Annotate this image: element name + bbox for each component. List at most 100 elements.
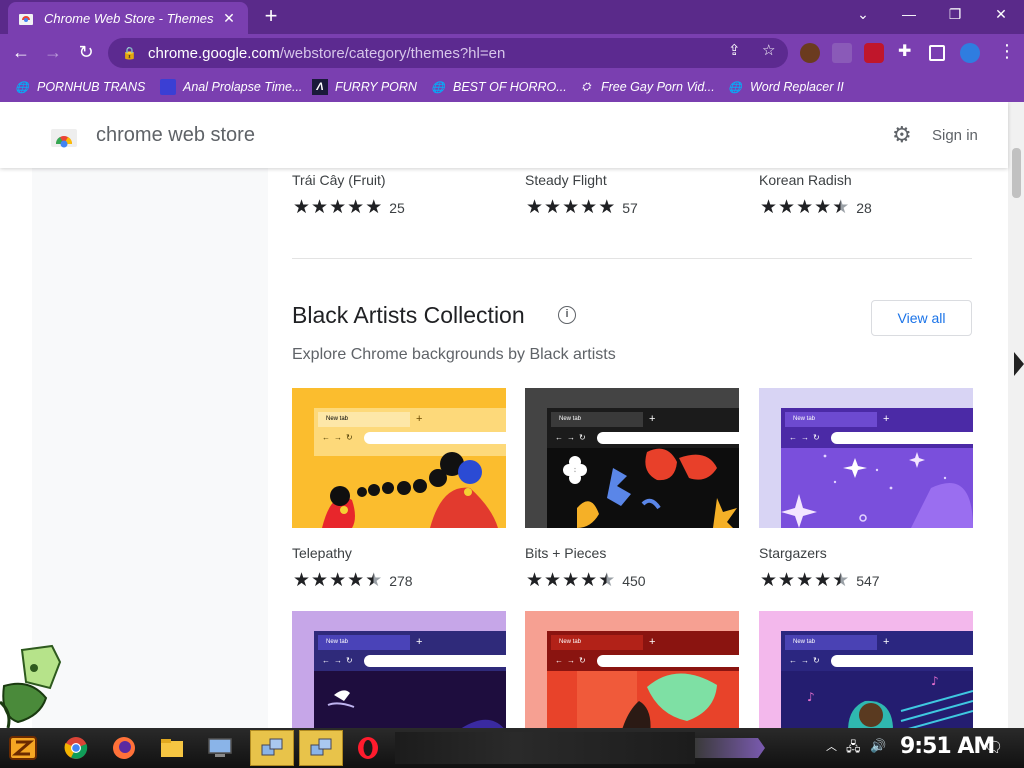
- bookmarks-bar: 🌐 PORNHUB TRANS Anal Prolapse Time... Λ FU…: [0, 72, 1024, 102]
- star-icon: ★: [544, 197, 562, 218]
- opera-icon: [358, 737, 378, 759]
- svg-text:♪: ♪: [807, 690, 815, 704]
- network-computers-icon: [261, 738, 283, 756]
- star-icon: ★: [347, 197, 365, 218]
- tray-chevron-icon[interactable]: ︿: [826, 738, 837, 754]
- bookmark-item[interactable]: Anal Prolapse Time...: [160, 78, 302, 96]
- computer-icon: [208, 738, 232, 757]
- browser-toolbar: ← → ↻ 🔒 chrome.google.com/webstore/categ…: [0, 34, 1024, 72]
- tab-search-icon[interactable]: ⌄: [840, 0, 886, 30]
- minimize-button[interactable]: —: [886, 0, 932, 30]
- thumb-omnibox: [364, 432, 506, 444]
- taskbar-chrome[interactable]: [54, 730, 98, 766]
- star-icon: ★: [311, 197, 329, 218]
- sign-in-link[interactable]: Sign in: [932, 127, 978, 144]
- bookmark-label: PORNHUB TRANS: [37, 80, 146, 94]
- chrome-web-store-logo-icon[interactable]: [50, 126, 78, 148]
- thumb-nav-icons: ←→↻: [789, 656, 824, 665]
- thumb-nav-icons: ←→↻: [555, 433, 590, 442]
- taskbar-opera[interactable]: [346, 730, 390, 766]
- red-artwork: [547, 671, 739, 728]
- thumb-plus-icon: +: [883, 636, 890, 648]
- address-bar[interactable]: 🔒 chrome.google.com/webstore/category/th…: [108, 38, 788, 68]
- rating-count: 28: [856, 200, 872, 216]
- star-icon: ★: [365, 570, 383, 591]
- star-icon: ★: [580, 197, 598, 218]
- side-panel-icon[interactable]: [929, 45, 945, 61]
- theme-name[interactable]: Telepathy: [292, 545, 352, 561]
- back-button[interactable]: ←: [8, 41, 34, 65]
- bookmark-star-icon[interactable]: ☆: [762, 41, 775, 59]
- start-button[interactable]: [2, 730, 44, 766]
- theme-thumbnail-telepathy[interactable]: New tab + ←→↻: [292, 388, 506, 528]
- theme-thumbnail[interactable]: New tab + ←→↻: [292, 611, 506, 728]
- view-all-button[interactable]: View all: [871, 300, 972, 336]
- theme-name[interactable]: Bits + Pieces: [525, 545, 606, 561]
- bookmark-item[interactable]: 🌐 PORNHUB TRANS: [14, 78, 145, 96]
- section-title: Black Artists Collection: [292, 302, 525, 328]
- desktop-mascot-image: [0, 644, 62, 728]
- extension-icon[interactable]: [832, 43, 852, 63]
- reload-button[interactable]: ↻: [73, 41, 99, 65]
- rating-stars: ★ ★ ★ ★ ★ 57: [526, 197, 638, 218]
- theme-name[interactable]: Trái Cây (Fruit): [292, 172, 386, 188]
- globe-icon: 🌐: [728, 81, 742, 94]
- settings-gear-icon[interactable]: ⚙: [892, 124, 916, 148]
- taskbar-network-app-2[interactable]: [299, 730, 343, 766]
- taskbar-file-explorer[interactable]: [150, 730, 194, 766]
- new-tab-button[interactable]: +: [258, 4, 284, 30]
- thumb-plus-icon: +: [416, 413, 423, 425]
- restore-button[interactable]: ❐: [932, 0, 978, 30]
- theme-name[interactable]: Stargazers: [759, 545, 827, 561]
- tab-title: Chrome Web Store - Themes: [44, 10, 214, 26]
- side-arrow-icon[interactable]: [1014, 352, 1024, 376]
- thumb-new-tab: New tab: [551, 635, 643, 650]
- taskbar-firefox[interactable]: [102, 730, 146, 766]
- bookmark-item[interactable]: 🌐 Word Replacer II: [727, 78, 844, 96]
- theme-thumbnail[interactable]: New tab + ←→↻ ♪ ♪: [759, 611, 973, 728]
- thumb-new-tab: New tab: [785, 412, 877, 427]
- theme-name[interactable]: Korean Radish: [759, 172, 852, 188]
- taskbar-clock[interactable]: 9:51 AM: [900, 734, 995, 759]
- star-icon: ★: [760, 570, 778, 591]
- close-window-button[interactable]: ✕: [978, 0, 1024, 30]
- theme-name[interactable]: Steady Flight: [525, 172, 607, 188]
- store-title[interactable]: chrome web store: [96, 124, 255, 147]
- network-tray-icon[interactable]: 🖧: [846, 738, 861, 760]
- notifications-icon[interactable]: 🗨: [984, 738, 1003, 756]
- theme-thumbnail-stargazers[interactable]: New tab + ←→↻: [759, 388, 973, 528]
- lock-icon[interactable]: 🔒: [122, 46, 137, 60]
- url-host: chrome.google.com: [148, 44, 280, 62]
- extensions-puzzle-icon[interactable]: ✚: [898, 41, 911, 61]
- star-icon: ★: [526, 570, 544, 591]
- theme-thumbnail[interactable]: New tab + ←→↻: [525, 611, 739, 728]
- scrollbar-thumb[interactable]: [1012, 148, 1021, 198]
- music-artwork: ♪ ♪: [781, 671, 973, 728]
- extension-avatar-icon[interactable]: [800, 43, 820, 63]
- star-icon: ★: [814, 570, 832, 591]
- rating-stars: ★ ★ ★ ★ ★ 278: [293, 570, 413, 591]
- bookmark-item[interactable]: Λ FURRY PORN: [312, 78, 417, 96]
- taskbar-network-app[interactable]: [250, 730, 294, 766]
- star-icon: ★: [293, 570, 311, 591]
- rating-stars: ★ ★ ★ ★ ★ 25: [293, 197, 405, 218]
- network-computers-icon: [310, 738, 332, 756]
- forward-button[interactable]: →: [40, 41, 66, 65]
- close-tab-icon[interactable]: ✕: [220, 10, 238, 27]
- rating-count: 278: [389, 573, 413, 589]
- bookmark-item[interactable]: 🌐 BEST OF HORRO...: [430, 78, 567, 96]
- theme-thumbnail-bits-pieces[interactable]: New tab + ←→↻: [525, 388, 739, 528]
- active-tab[interactable]: Chrome Web Store - Themes ✕: [8, 2, 248, 34]
- thumb-plus-icon: +: [883, 413, 890, 425]
- menu-kebab-icon[interactable]: ⋮: [998, 41, 1016, 62]
- ublock-icon[interactable]: [864, 43, 884, 63]
- volume-tray-icon[interactable]: 🔊: [870, 738, 886, 754]
- firefox-icon: [113, 737, 135, 759]
- info-icon[interactable]: i: [558, 306, 576, 324]
- bookmark-item[interactable]: ⛭ Free Gay Porn Vid...: [578, 78, 715, 96]
- share-icon[interactable]: ⇪: [728, 41, 741, 59]
- taskbar-computer[interactable]: [198, 730, 242, 766]
- star-icon: ★: [329, 570, 347, 591]
- taskbar-decoration: [395, 732, 695, 764]
- profile-avatar-icon[interactable]: [960, 43, 980, 63]
